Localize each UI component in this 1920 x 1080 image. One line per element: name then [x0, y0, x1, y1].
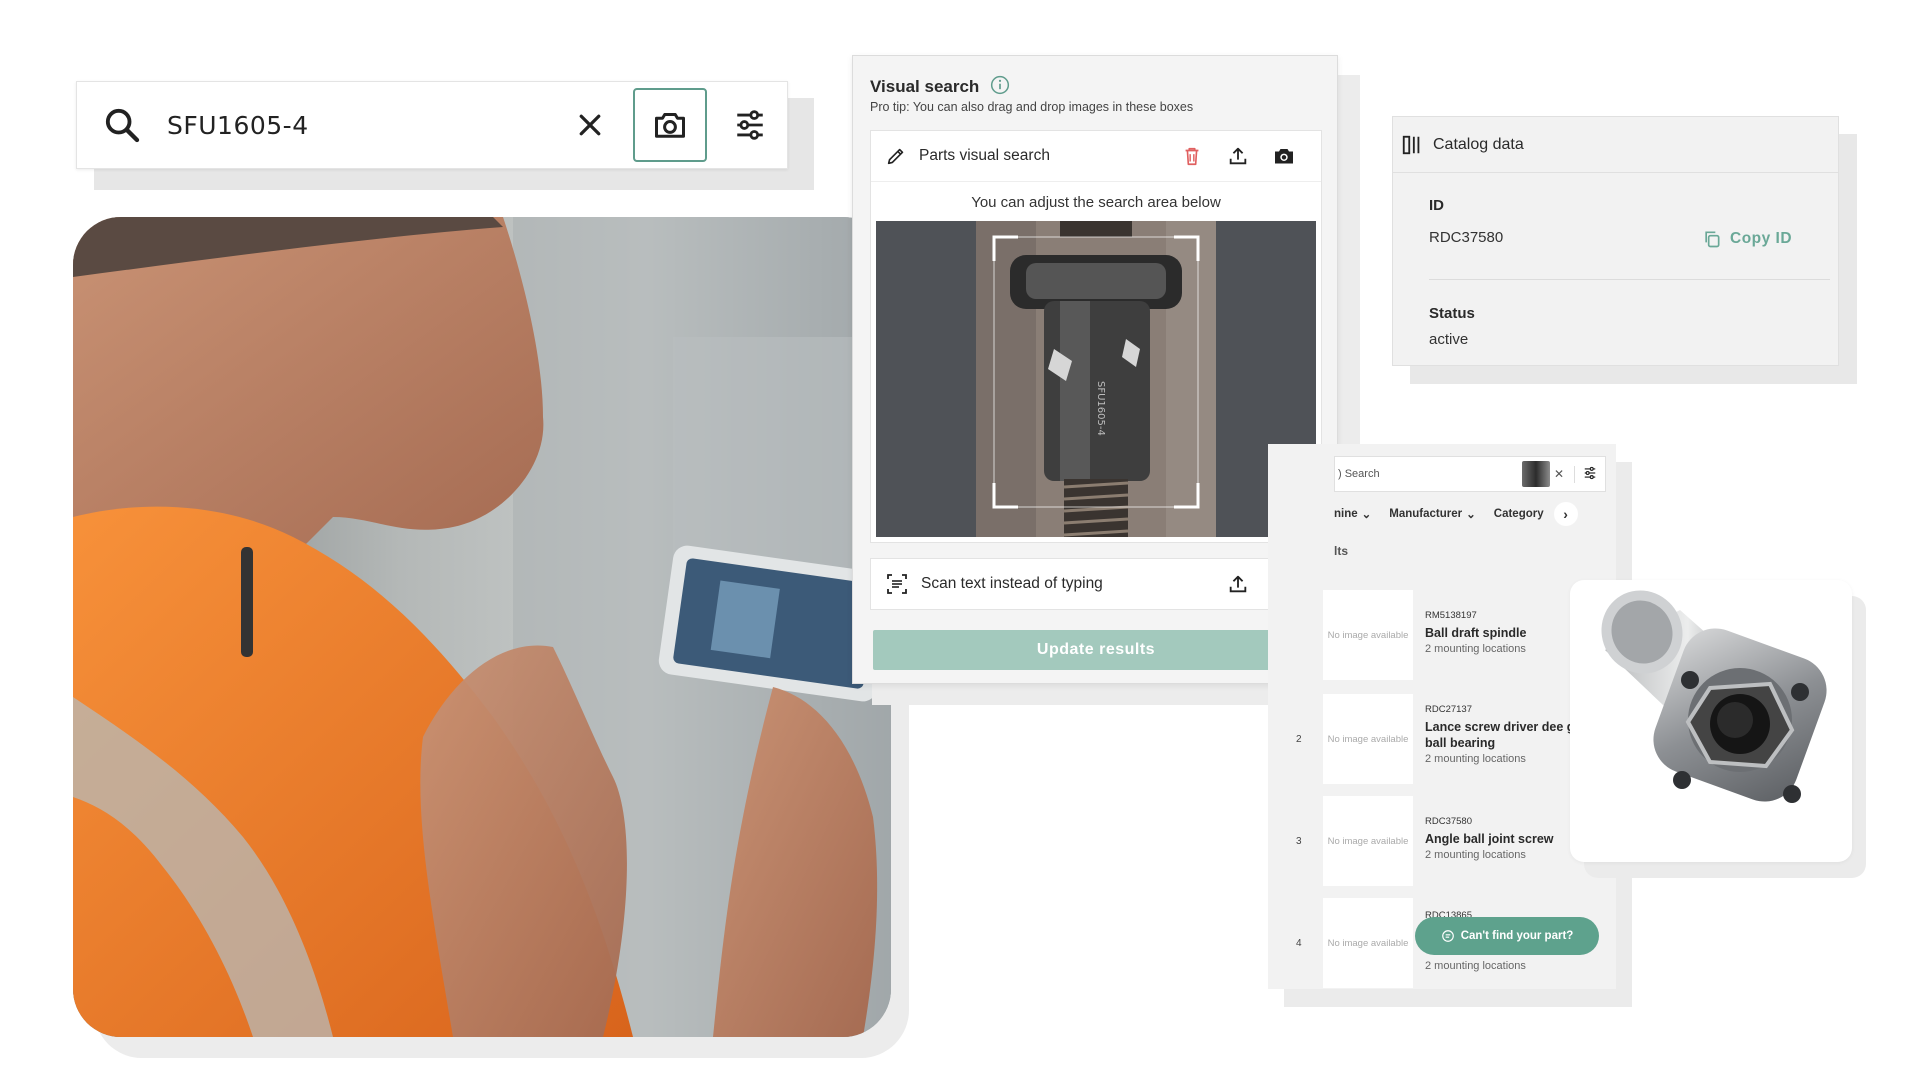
- info-icon[interactable]: [990, 75, 1010, 95]
- camera-icon: [1275, 149, 1293, 164]
- search-icon: [77, 105, 167, 145]
- result-image-placeholder: No image available: [1323, 796, 1413, 886]
- result-locations: 2 mounting locations: [1425, 960, 1526, 972]
- flange-bearing-image: [1601, 590, 1827, 803]
- worker-illustration: [73, 217, 891, 1037]
- pen-icon: [887, 148, 904, 165]
- upload-icon: [1229, 575, 1247, 593]
- results-filters: nine ⌄ Manufacturer ⌄ Category ›: [1334, 500, 1614, 528]
- delete-image-button[interactable]: [1169, 145, 1215, 167]
- result-row[interactable]: 3 No image available RDC37580 Angle ball…: [1268, 796, 1616, 890]
- chat-icon: [1441, 930, 1454, 942]
- close-icon: [579, 114, 601, 136]
- part-image-card: [1570, 580, 1852, 862]
- results-search-bar[interactable]: ) Search ✕: [1334, 456, 1606, 492]
- result-image-placeholder: No image available: [1323, 590, 1413, 680]
- pro-tip-text: Pro tip: You can also drag and drop imag…: [870, 100, 1194, 114]
- filter-manufacturer[interactable]: Manufacturer: [1389, 508, 1462, 520]
- cant-find-label: Can't find your part?: [1460, 930, 1574, 942]
- result-row[interactable]: No image available RM5138197 Ball draft …: [1268, 590, 1616, 684]
- upload-icon: [1229, 147, 1247, 165]
- search-area-cropper[interactable]: SFU1605-4: [876, 221, 1316, 537]
- catalog-title: Catalog data: [1433, 135, 1524, 153]
- part-photo: SFU1605-4: [976, 221, 1216, 537]
- result-number: 2: [1296, 734, 1302, 745]
- result-code: RM5138197: [1425, 610, 1477, 621]
- catalog-divider: [1429, 279, 1830, 280]
- camera-icon: [655, 113, 685, 138]
- scan-text-label: Scan text instead of typing: [921, 575, 1103, 592]
- filter-machine[interactable]: nine: [1334, 508, 1358, 520]
- catalog-data-panel: Catalog data ID RDC37580 Copy ID Status …: [1392, 116, 1839, 366]
- catalog-header: Catalog data: [1393, 117, 1838, 173]
- search-bar: SFU1605-4: [76, 81, 788, 169]
- result-code: RDC27137: [1425, 704, 1472, 715]
- status-value: active: [1429, 331, 1469, 348]
- filter-button[interactable]: [713, 88, 787, 162]
- update-results-button[interactable]: Update results: [873, 630, 1319, 670]
- result-number: 3: [1296, 836, 1302, 847]
- adjust-area-text: You can adjust the search area below: [871, 181, 1321, 221]
- scan-text-icon: [887, 574, 907, 594]
- upload-image-button[interactable]: [1215, 145, 1261, 167]
- sliders-icon[interactable]: [1574, 465, 1605, 483]
- result-code: RDC37580: [1425, 816, 1472, 827]
- parts-visual-search-card: Parts visual search You can adjust the s…: [870, 130, 1322, 543]
- parts-visual-search-label: Parts visual search: [919, 147, 1050, 164]
- result-name: 2 mounting locations: [1425, 958, 1610, 974]
- results-search-input[interactable]: ) Search: [1335, 468, 1522, 480]
- sliders-icon: [737, 110, 763, 140]
- search-input[interactable]: SFU1605-4: [167, 111, 553, 140]
- search-image-thumbnail[interactable]: [1521, 461, 1550, 487]
- copy-icon: [1705, 231, 1720, 248]
- id-label: ID: [1429, 197, 1444, 214]
- result-number: 4: [1296, 938, 1302, 949]
- scan-text-card: Scan text instead of typing: [870, 558, 1322, 610]
- result-image-placeholder: No image available: [1323, 694, 1413, 784]
- results-heading: lts: [1334, 544, 1349, 558]
- clear-button[interactable]: [553, 88, 627, 162]
- visual-search-title-text: Visual search: [870, 77, 980, 96]
- worker-photo: [73, 217, 891, 1037]
- copy-id-label: Copy ID: [1730, 230, 1793, 247]
- chevron-right-icon[interactable]: ›: [1553, 502, 1578, 526]
- result-row[interactable]: 2 No image available RDC27137 Lance scre…: [1268, 694, 1616, 788]
- status-label: Status: [1429, 305, 1475, 322]
- upload-text-image-button[interactable]: [1215, 573, 1261, 595]
- cant-find-part-button[interactable]: Can't find your part?: [1415, 917, 1599, 955]
- results-panel: ) Search ✕ nine ⌄ Manufacturer ⌄ Categor…: [1268, 444, 1616, 989]
- chevron-down-icon: ⌄: [1361, 509, 1372, 521]
- chevron-down-icon: ⌄: [1466, 509, 1476, 521]
- result-image-placeholder: No image available: [1323, 898, 1413, 988]
- catalog-icon: [1402, 135, 1420, 154]
- visual-search-title: Visual search: [870, 75, 1010, 97]
- close-icon[interactable]: ✕: [1554, 467, 1564, 481]
- part-engraving: SFU1605-4: [1095, 381, 1106, 436]
- visual-search-panel: Visual search Pro tip: You can also drag…: [852, 55, 1338, 684]
- id-value: RDC37580: [1429, 229, 1504, 246]
- copy-id-button[interactable]: Copy ID: [1702, 229, 1792, 249]
- filter-category[interactable]: Category: [1494, 508, 1544, 520]
- take-photo-button[interactable]: [1261, 144, 1307, 168]
- trash-icon: [1185, 147, 1199, 166]
- camera-search-button[interactable]: [633, 88, 707, 162]
